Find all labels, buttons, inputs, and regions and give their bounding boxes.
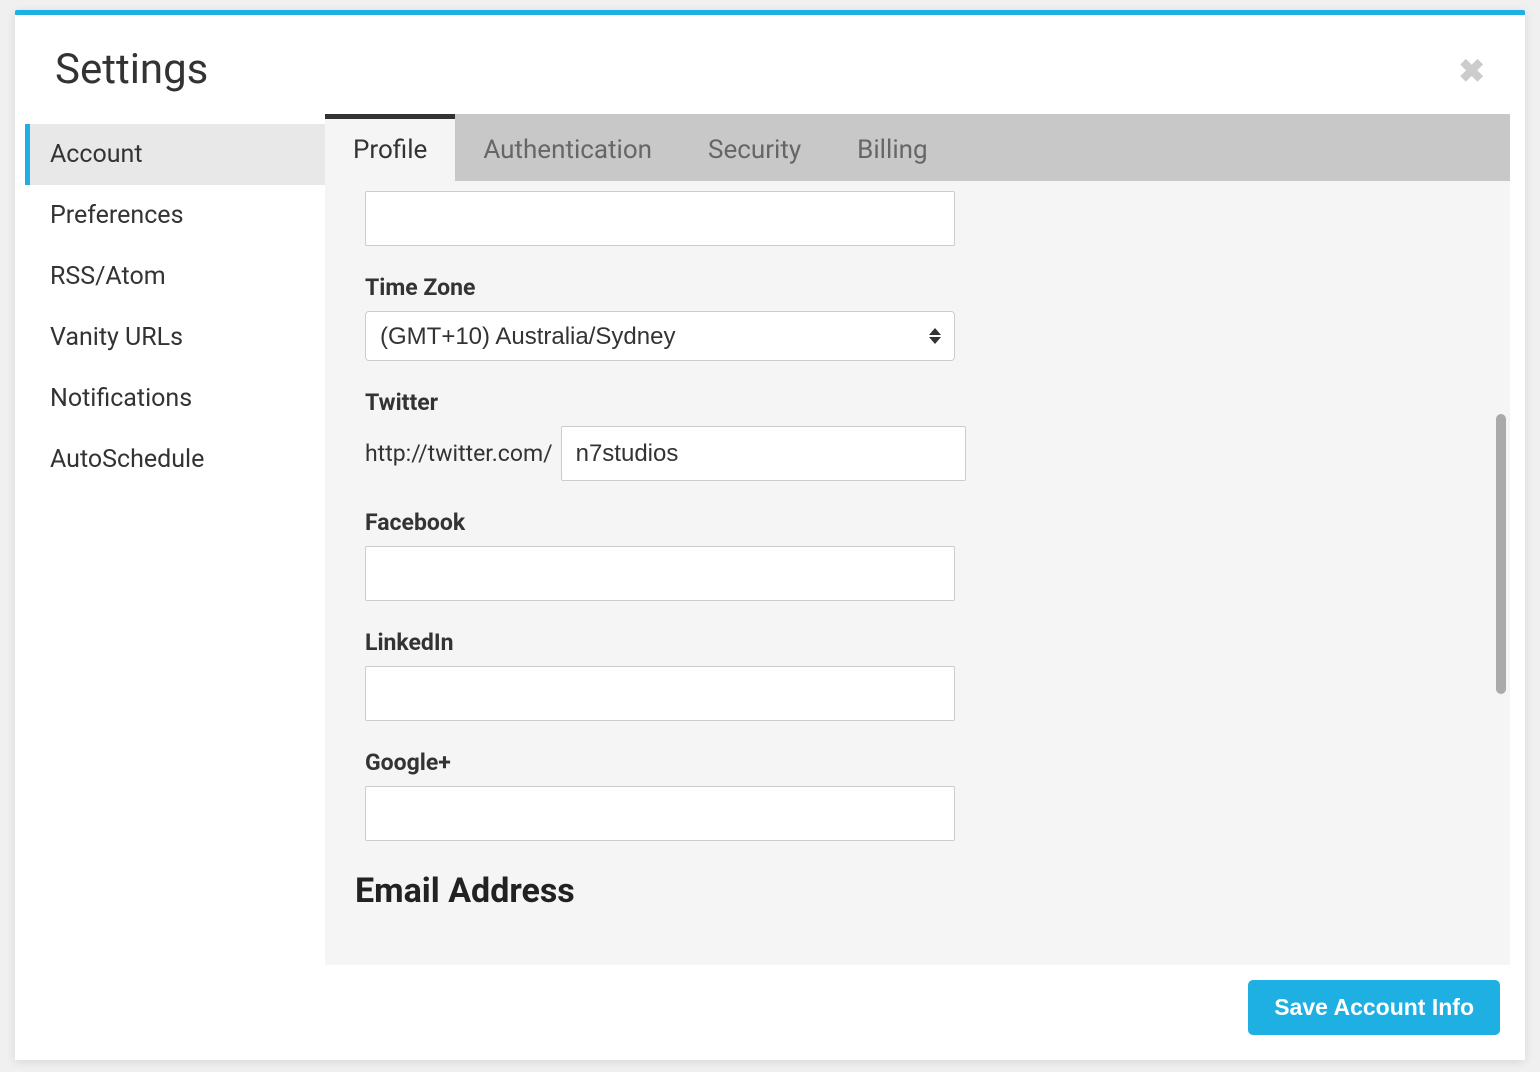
settings-modal: Settings ✖ Account Preferences RSS/Atom … — [15, 10, 1525, 1060]
sidebar-item-rss-atom[interactable]: RSS/Atom — [25, 246, 325, 307]
sidebar-item-notifications[interactable]: Notifications — [25, 368, 325, 429]
timezone-select[interactable]: (GMT+10) Australia/Sydney — [365, 311, 955, 361]
sidebar-item-label: Notifications — [50, 384, 192, 413]
sidebar-item-label: RSS/Atom — [50, 262, 166, 291]
close-icon[interactable]: ✖ — [1458, 55, 1485, 87]
tab-security[interactable]: Security — [680, 119, 829, 181]
twitter-url-prefix: http://twitter.com/ — [365, 440, 553, 467]
sidebar-item-label: Account — [50, 140, 143, 169]
sidebar: Account Preferences RSS/Atom Vanity URLs… — [15, 114, 325, 965]
form-group-twitter: Twitter http://twitter.com/ — [365, 389, 1470, 481]
sidebar-item-label: AutoSchedule — [50, 445, 204, 474]
scrollbar[interactable] — [1496, 414, 1506, 694]
form-group-top — [365, 191, 1470, 246]
google-label: Google+ — [365, 749, 1470, 776]
facebook-label: Facebook — [365, 509, 1470, 536]
form-group-facebook: Facebook — [365, 509, 1470, 601]
tab-label: Security — [708, 135, 801, 165]
content-area: Profile Authentication Security Billing … — [325, 114, 1510, 965]
twitter-label: Twitter — [365, 389, 1470, 416]
linkedin-label: LinkedIn — [365, 629, 1470, 656]
top-input[interactable] — [365, 191, 955, 246]
form-area: Time Zone (GMT+10) Australia/Sydney Twit… — [325, 181, 1510, 965]
tab-profile[interactable]: Profile — [325, 114, 455, 181]
twitter-row: http://twitter.com/ — [365, 426, 1470, 481]
sidebar-item-label: Vanity URLs — [50, 323, 183, 352]
sidebar-item-autoschedule[interactable]: AutoSchedule — [25, 429, 325, 490]
email-heading: Email Address — [355, 871, 1470, 911]
sidebar-item-label: Preferences — [50, 201, 183, 230]
save-account-info-button[interactable]: Save Account Info — [1248, 980, 1500, 1035]
tab-label: Billing — [857, 135, 927, 165]
modal-header: Settings ✖ — [15, 15, 1525, 114]
google-input[interactable] — [365, 786, 955, 841]
tab-billing[interactable]: Billing — [829, 119, 955, 181]
twitter-input[interactable] — [561, 426, 966, 481]
modal-body: Account Preferences RSS/Atom Vanity URLs… — [15, 114, 1525, 965]
tab-label: Profile — [353, 135, 427, 165]
save-button-label: Save Account Info — [1274, 994, 1474, 1020]
sidebar-item-preferences[interactable]: Preferences — [25, 185, 325, 246]
facebook-input[interactable] — [365, 546, 955, 601]
timezone-label: Time Zone — [365, 274, 1470, 301]
sidebar-item-account[interactable]: Account — [25, 124, 325, 185]
sidebar-item-vanity-urls[interactable]: Vanity URLs — [25, 307, 325, 368]
modal-footer: Save Account Info — [15, 965, 1525, 1060]
form-group-timezone: Time Zone (GMT+10) Australia/Sydney — [365, 274, 1470, 361]
form-group-google: Google+ — [365, 749, 1470, 841]
tab-label: Authentication — [483, 135, 652, 165]
tab-authentication[interactable]: Authentication — [455, 119, 680, 181]
tabs-bar: Profile Authentication Security Billing — [325, 114, 1510, 181]
form-group-linkedin: LinkedIn — [365, 629, 1470, 721]
modal-title: Settings — [55, 45, 208, 94]
linkedin-input[interactable] — [365, 666, 955, 721]
timezone-select-wrapper: (GMT+10) Australia/Sydney — [365, 311, 955, 361]
